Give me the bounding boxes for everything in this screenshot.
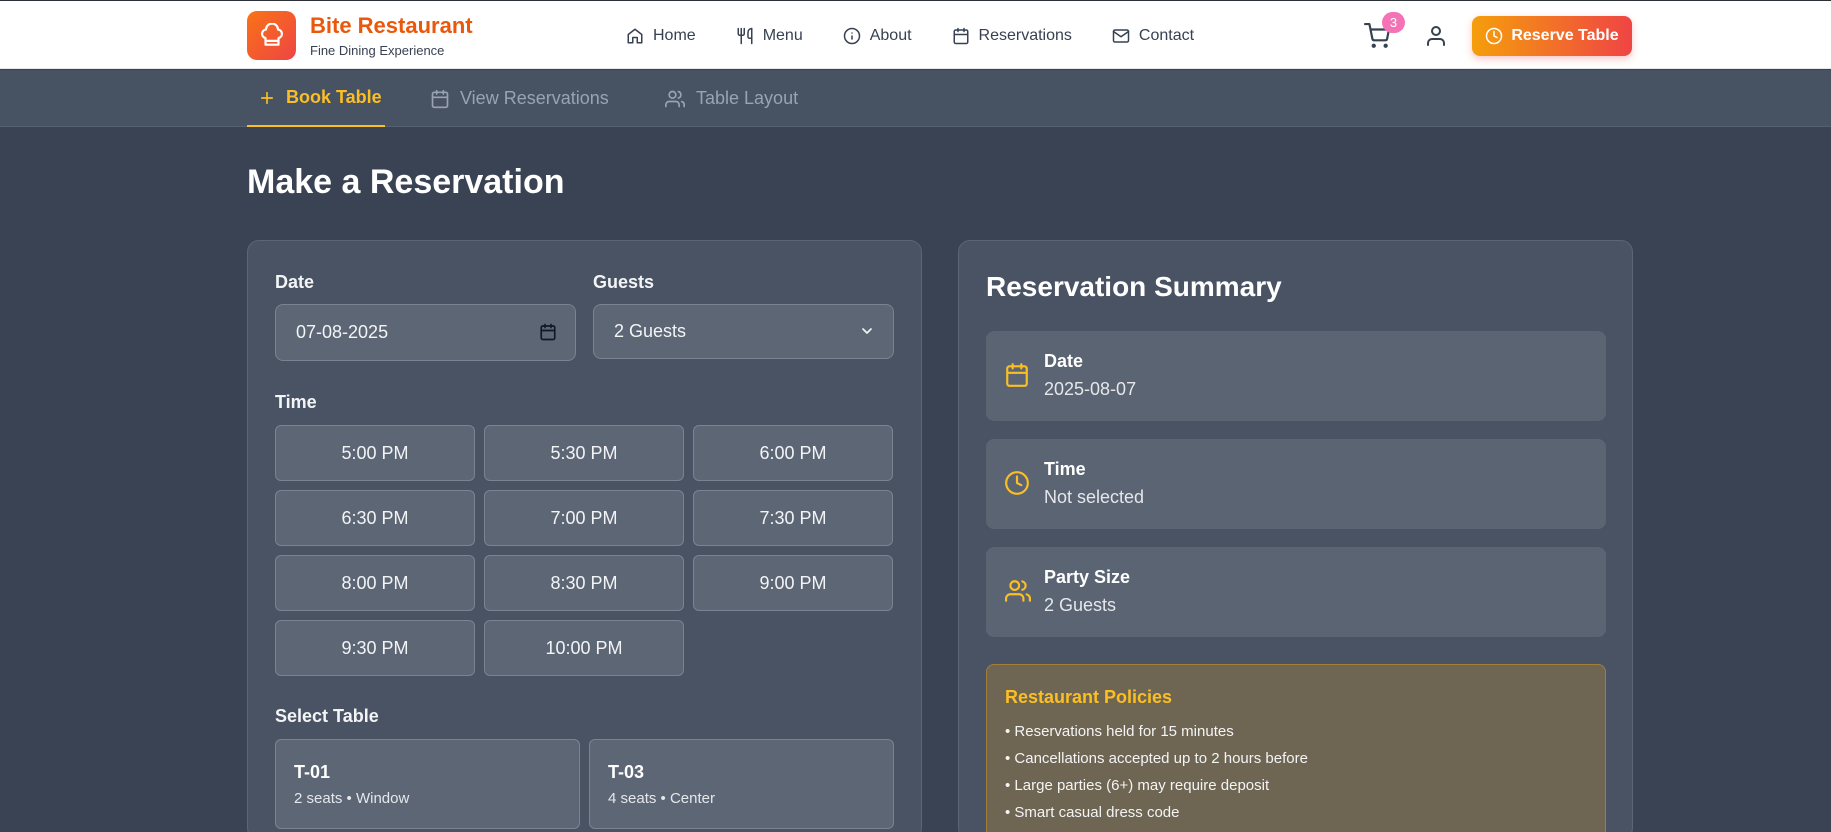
mail-icon	[1112, 29, 1130, 43]
cart-count-badge: 3	[1382, 12, 1405, 33]
nav-home-label: Home	[653, 27, 696, 44]
summary-date-key: Date	[1044, 351, 1084, 371]
nav-contact[interactable]: Contact	[1112, 23, 1194, 49]
restaurant-policies: Restaurant Policies • Reservations held …	[986, 664, 1606, 832]
user-icon[interactable]	[1424, 24, 1448, 48]
nav-home[interactable]: Home	[626, 23, 696, 49]
summary-title: Reservation Summary	[986, 271, 1282, 302]
policy-item: • Large parties (6+) may require deposit	[1005, 777, 1270, 794]
nav-menu-label: Menu	[762, 27, 803, 44]
date-label: Date	[275, 272, 315, 292]
home-icon	[627, 28, 643, 44]
guests-select-value: 2 Guests	[614, 321, 687, 341]
calendar-icon	[431, 89, 449, 108]
tab-table-layout[interactable]: Table Layout	[664, 70, 798, 127]
time-slot-button[interactable]: 6:30 PM	[275, 490, 475, 546]
calendar-picker-icon[interactable]	[539, 323, 557, 341]
time-slot-button[interactable]: 9:30 PM	[275, 620, 475, 676]
select-table-label: Select Table	[275, 706, 379, 726]
time-slot-button[interactable]: 7:30 PM	[693, 490, 893, 546]
chef-hat-icon	[247, 11, 296, 60]
time-slot-button[interactable]: 9:00 PM	[693, 555, 893, 611]
table-option[interactable]: T-01 2 seats • Window	[275, 739, 580, 829]
time-slot-button[interactable]: 5:30 PM	[484, 425, 684, 481]
time-slot-button[interactable]: 8:00 PM	[275, 555, 475, 611]
reservation-tabs: Book Table View Reservations Table Layou…	[0, 70, 1831, 127]
date-input[interactable]: 07-08-2025	[275, 304, 576, 361]
policy-item: • Smart casual dress code	[1005, 804, 1180, 821]
summary-party-size: Party Size 2 Guests	[986, 547, 1606, 637]
top-navbar: Bite Restaurant Fine Dining Experience H…	[0, 0, 1831, 69]
reservation-form-card: Date 07-08-2025 Guests 2 Guests Time 5:0…	[247, 240, 922, 832]
policy-item: • Reservations held for 15 minutes	[1005, 723, 1234, 740]
plus-icon	[260, 91, 274, 104]
tab-view-reservations[interactable]: View Reservations	[430, 70, 609, 127]
brand-tagline: Fine Dining Experience	[310, 43, 445, 58]
table-desc: 2 seats • Window	[294, 790, 410, 807]
clock-icon	[1005, 471, 1029, 495]
summary-date: Date 2025-08-07	[986, 331, 1606, 421]
summary-time-value: Not selected	[1044, 487, 1145, 507]
tab-view-reservations-label: View Reservations	[460, 88, 609, 108]
brand-name: Bite Restaurant	[310, 13, 473, 38]
tab-book-table[interactable]: Book Table	[247, 70, 385, 127]
table-id: T-01	[294, 762, 331, 782]
reserve-table-button[interactable]: Reserve Table	[1472, 16, 1632, 56]
calendar-icon	[953, 27, 969, 45]
policy-item: • Cancellations accepted up to 2 hours b…	[1005, 750, 1308, 767]
utensils-icon	[737, 27, 753, 45]
brand[interactable]: Bite Restaurant Fine Dining Experience	[247, 11, 473, 60]
info-icon	[843, 27, 860, 45]
main-nav: Home Menu About Reservations Contact	[626, 23, 1234, 49]
summary-party-value: 2 Guests	[1044, 595, 1117, 615]
summary-time-key: Time	[1044, 459, 1086, 479]
time-slot-button[interactable]: 10:00 PM	[484, 620, 684, 676]
calendar-icon	[1006, 363, 1028, 387]
tab-book-table-label: Book Table	[286, 87, 382, 107]
time-slot-button[interactable]: 6:00 PM	[693, 425, 893, 481]
time-slot-button[interactable]: 5:00 PM	[275, 425, 475, 481]
policies-title: Restaurant Policies	[1005, 687, 1173, 707]
guests-select[interactable]: 2 Guests	[593, 304, 894, 359]
chevron-down-icon	[862, 328, 872, 334]
nav-reservations[interactable]: Reservations	[952, 23, 1072, 49]
summary-time: Time Not selected	[986, 439, 1606, 529]
time-slot-button[interactable]: 8:30 PM	[484, 555, 684, 611]
clock-icon	[1486, 27, 1503, 45]
table-option[interactable]: T-03 4 seats • Center	[589, 739, 894, 829]
summary-party-key: Party Size	[1044, 567, 1131, 587]
reservation-summary-card: Reservation Summary Date 2025-08-07 Time…	[958, 240, 1633, 832]
table-id: T-03	[608, 762, 645, 782]
nav-reservations-label: Reservations	[978, 27, 1072, 44]
reserve-table-label: Reserve Table	[1511, 27, 1619, 44]
guests-label: Guests	[593, 272, 655, 292]
time-label: Time	[275, 392, 317, 412]
summary-date-value: 2025-08-07	[1044, 379, 1137, 399]
nav-about[interactable]: About	[843, 23, 912, 49]
nav-about-label: About	[869, 27, 912, 44]
users-icon	[1005, 580, 1031, 602]
nav-menu[interactable]: Menu	[736, 23, 803, 49]
table-desc: 4 seats • Center	[608, 790, 715, 807]
users-icon	[665, 90, 685, 107]
time-slot-button[interactable]: 7:00 PM	[484, 490, 684, 546]
tab-table-layout-label: Table Layout	[696, 88, 799, 108]
page-title: Make a Reservation	[247, 163, 565, 201]
date-input-value: 07-08-2025	[296, 322, 389, 342]
nav-contact-label: Contact	[1138, 27, 1195, 44]
